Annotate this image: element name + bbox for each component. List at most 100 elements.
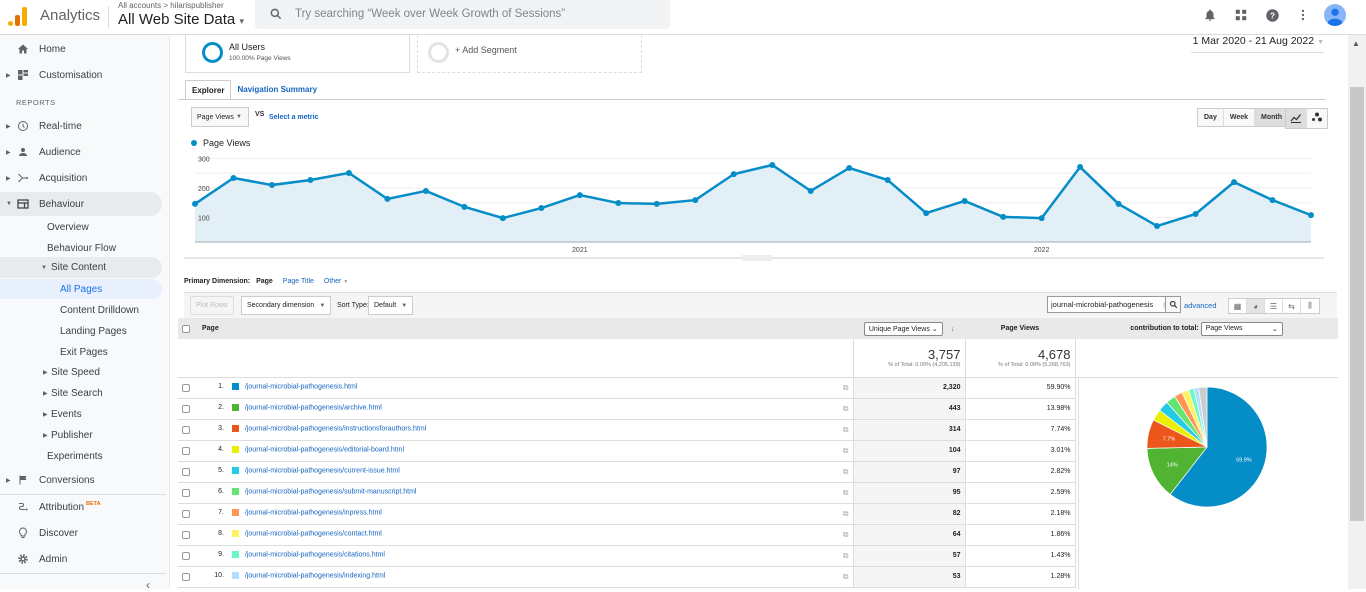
contribution-metric-dropdown[interactable]: Page Views ⌄ bbox=[1200, 321, 1283, 336]
sidebar-item-site-search[interactable]: ▶ Site Search bbox=[0, 383, 162, 403]
comparison-view-icon[interactable]: ⇆ bbox=[1283, 299, 1301, 313]
open-external-icon[interactable]: ⧉ bbox=[843, 404, 849, 414]
sidebar-item-realtime[interactable]: ▶ Real-time bbox=[0, 114, 162, 138]
unique-page-views-dropdown[interactable]: Unique Page Views ⌄ bbox=[863, 321, 943, 336]
page-link[interactable]: /journal-microbial-pathogenesis/instruct… bbox=[245, 425, 426, 432]
help-icon[interactable]: ? bbox=[1262, 5, 1282, 25]
open-external-icon[interactable]: ⧉ bbox=[843, 383, 849, 393]
scrollbar[interactable]: ▲ bbox=[1348, 35, 1366, 589]
page-link[interactable]: /journal-microbial-pathogenesis/citation… bbox=[245, 551, 385, 558]
sidebar-item-conversions[interactable]: ▶ Conversions bbox=[0, 468, 162, 492]
sidebar-item-site-speed[interactable]: ▶ Site Speed bbox=[0, 362, 162, 382]
open-external-icon[interactable]: ⧉ bbox=[843, 509, 849, 519]
collapse-sidebar-icon[interactable]: ‹ bbox=[146, 578, 150, 592]
performance-view-icon[interactable]: ☰ bbox=[1265, 299, 1283, 313]
open-external-icon[interactable]: ⧉ bbox=[843, 572, 849, 582]
sidebar-item-site-content[interactable]: ▼ Site Content bbox=[0, 257, 162, 278]
page-link[interactable]: /journal-microbial-pathogenesis/inpress.… bbox=[245, 509, 382, 516]
analytics-logo[interactable] bbox=[8, 6, 28, 26]
segment-all-users[interactable]: All Users 100.00% Page Views bbox=[185, 35, 410, 73]
sidebar-item-attribution[interactable]: Attribution BETA bbox=[0, 495, 162, 519]
dimension-other[interactable]: Other ▼ bbox=[324, 278, 348, 285]
select-all-checkbox[interactable] bbox=[182, 324, 190, 333]
apps-grid-icon[interactable] bbox=[1231, 5, 1251, 25]
search-icon bbox=[270, 8, 282, 20]
sidebar-item-exit-pages[interactable]: Exit Pages bbox=[0, 342, 162, 362]
column-header-page-views[interactable]: Page Views bbox=[965, 318, 1075, 339]
page-link[interactable]: /journal-microbial-pathogenesis.html bbox=[245, 383, 357, 390]
row-checkbox[interactable] bbox=[182, 467, 190, 476]
sidebar-item-landing-pages[interactable]: Landing Pages bbox=[0, 321, 162, 341]
sidebar-item-experiments[interactable]: Experiments bbox=[0, 446, 162, 466]
day-button[interactable]: Day bbox=[1198, 109, 1224, 126]
page-link[interactable]: /journal-microbial-pathogenesis/current-… bbox=[245, 467, 400, 474]
page-link[interactable]: /journal-microbial-pathogenesis/archive.… bbox=[245, 404, 382, 411]
dimension-page-title[interactable]: Page Title bbox=[283, 278, 314, 285]
open-external-icon[interactable]: ⧉ bbox=[843, 467, 849, 477]
sidebar-item-customisation[interactable]: ▶ Customisation bbox=[0, 63, 162, 87]
date-range-picker[interactable]: 1 Mar 2020 - 21 Aug 2022 ▼ bbox=[1190, 35, 1324, 53]
sidebar-item-behaviour[interactable]: ▼ Behaviour bbox=[0, 192, 162, 216]
table-filter-input[interactable]: journal-microbial-pathogenesis bbox=[1047, 296, 1175, 313]
page-link[interactable]: /journal-microbial-pathogenesis/submit-m… bbox=[245, 488, 417, 495]
sidebar-item-audience[interactable]: ▶ Audience bbox=[0, 140, 162, 164]
row-checkbox[interactable] bbox=[182, 551, 190, 560]
sort-type-dropdown[interactable]: Default ▼ bbox=[368, 296, 414, 315]
sidebar-item-home[interactable]: Home bbox=[0, 37, 162, 61]
filter-search-button[interactable] bbox=[1165, 296, 1181, 313]
row-checkbox[interactable] bbox=[182, 446, 190, 455]
page-link[interactable]: /journal-microbial-pathogenesis/editoria… bbox=[245, 446, 404, 453]
open-external-icon[interactable]: ⧉ bbox=[843, 488, 849, 498]
color-swatch bbox=[231, 466, 239, 474]
search-bar[interactable]: Try searching “Week over Week Growth of … bbox=[255, 0, 670, 29]
term-cloud-view-icon[interactable]: ⫼ bbox=[1301, 299, 1319, 313]
color-swatch bbox=[231, 445, 239, 453]
pie-view-icon[interactable]: ◕ bbox=[1247, 299, 1265, 313]
column-header-page[interactable]: Page bbox=[198, 318, 853, 339]
row-checkbox[interactable] bbox=[182, 383, 190, 392]
sidebar-item-content-drilldown[interactable]: Content Drilldown bbox=[0, 300, 162, 320]
sidebar-item-publisher[interactable]: ▶ Publisher bbox=[0, 425, 162, 445]
row-checkbox[interactable] bbox=[182, 530, 190, 539]
week-button[interactable]: Week bbox=[1224, 109, 1256, 126]
bell-icon[interactable] bbox=[1200, 5, 1220, 25]
open-external-icon[interactable]: ⧉ bbox=[843, 425, 849, 435]
dimension-page[interactable]: Page bbox=[256, 278, 273, 285]
metric-dropdown[interactable]: Page Views ▼ bbox=[191, 107, 249, 127]
open-external-icon[interactable]: ⧉ bbox=[843, 530, 849, 540]
row-checkbox[interactable] bbox=[182, 572, 190, 581]
open-external-icon[interactable]: ⧉ bbox=[843, 446, 849, 456]
property-selector[interactable]: All Web Site Data ▾ bbox=[118, 11, 244, 28]
page-link[interactable]: /journal-microbial-pathogenesis/contact.… bbox=[245, 530, 382, 537]
page-link[interactable]: /journal-microbial-pathogenesis/indexing… bbox=[245, 572, 385, 579]
scrollbar-thumb[interactable] bbox=[1350, 87, 1364, 521]
plot-rows-button[interactable]: Plot Rows bbox=[190, 296, 234, 315]
row-checkbox[interactable] bbox=[182, 425, 190, 434]
more-vert-icon[interactable] bbox=[1293, 5, 1313, 25]
secondary-dimension-dropdown[interactable]: Secondary dimension ▼ bbox=[241, 296, 332, 315]
tab-navigation-summary[interactable]: Navigation Summary bbox=[231, 80, 323, 100]
beta-badge: BETA bbox=[86, 500, 101, 507]
sidebar-item-discover[interactable]: Discover bbox=[0, 521, 162, 545]
sidebar-item-acquisition[interactable]: ▶ Acquisition bbox=[0, 166, 162, 190]
open-external-icon[interactable]: ⧉ bbox=[843, 551, 849, 561]
row-checkbox[interactable] bbox=[182, 488, 190, 497]
scroll-up-icon[interactable]: ▲ bbox=[1352, 39, 1360, 48]
add-segment-button[interactable]: + Add Segment bbox=[417, 35, 642, 73]
account-breadcrumb[interactable]: All accounts > hilarispublisher bbox=[118, 1, 224, 10]
advanced-filter-link[interactable]: advanced bbox=[1184, 301, 1217, 310]
total-page-views: 4,678 bbox=[1037, 347, 1071, 363]
select-metric-link[interactable]: Select a metric bbox=[269, 114, 318, 121]
sidebar-item-events[interactable]: ▶ Events bbox=[0, 404, 162, 424]
sidebar-item-all-pages[interactable]: All Pages bbox=[0, 279, 162, 299]
data-table-view-icon[interactable]: ▦ bbox=[1229, 299, 1247, 313]
row-checkbox[interactable] bbox=[182, 509, 190, 518]
month-button[interactable]: Month bbox=[1255, 109, 1289, 126]
line-chart-icon[interactable] bbox=[1286, 109, 1307, 128]
sort-desc-icon[interactable]: ↓ bbox=[951, 326, 955, 333]
row-checkbox[interactable] bbox=[182, 404, 190, 413]
sidebar-item-admin[interactable]: Admin bbox=[0, 547, 162, 571]
motion-chart-icon[interactable] bbox=[1307, 109, 1327, 128]
tab-explorer[interactable]: Explorer bbox=[185, 80, 232, 100]
account-avatar[interactable] bbox=[1324, 4, 1346, 26]
